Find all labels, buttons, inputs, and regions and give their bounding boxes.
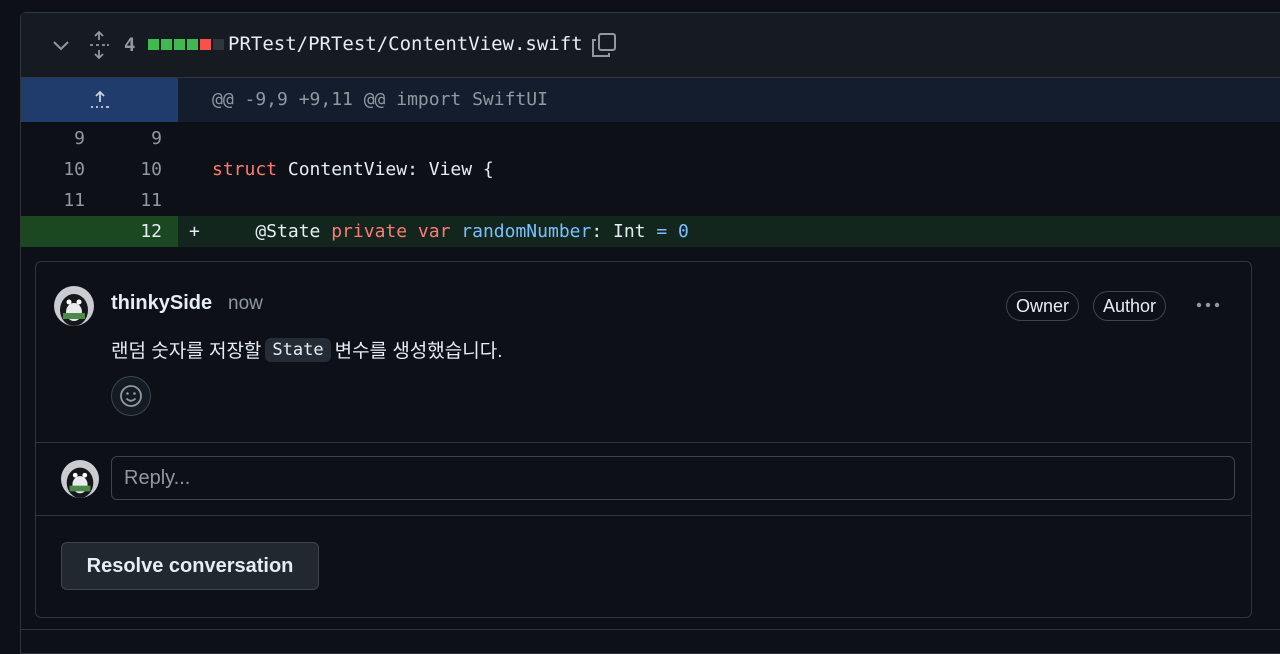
comment-time[interactable]: now: [228, 293, 263, 315]
unfold-up-icon: [91, 90, 109, 108]
comment-body: 랜덤 숫자를 저장할 State 변수를 생성했습니다.: [111, 336, 502, 363]
file-path[interactable]: PRTest/PRTest/ContentView.swift: [228, 33, 583, 55]
code-text: struct ContentView: View {: [212, 159, 494, 180]
diffstat-square: [161, 39, 172, 50]
diff-line-context: 10 10 struct ContentView: View {: [21, 154, 1280, 185]
old-line-number[interactable]: 11: [35, 190, 85, 211]
diff-line-added: 12 + @State private var randomNumber: Int…: [21, 216, 1280, 247]
reply-input[interactable]: [111, 456, 1235, 500]
code-text: @State private var randomNumber: Int = 0: [212, 221, 689, 242]
avatar-image: [61, 460, 99, 498]
diffstat-square: [174, 39, 185, 50]
avatar-image: [54, 286, 94, 326]
expand-up-button[interactable]: [21, 78, 178, 122]
comment-author[interactable]: thinkySide: [111, 292, 212, 315]
inline-code: State: [265, 337, 331, 362]
add-marker: +: [189, 221, 200, 242]
new-line-number[interactable]: 10: [112, 159, 162, 180]
code-token: var: [417, 221, 451, 242]
comment-text-before: 랜덤 숫자를 저장할: [111, 341, 262, 362]
new-line-number[interactable]: 9: [112, 128, 162, 149]
avatar[interactable]: [54, 286, 94, 326]
divider: [20, 629, 1280, 630]
code-token: =: [656, 221, 668, 242]
code-token: private: [331, 221, 408, 242]
smiley-icon: [120, 385, 142, 407]
diff-line-context: 11 11: [21, 185, 1280, 216]
old-line-number[interactable]: 9: [35, 128, 85, 149]
hunk-header: @@ -9,9 +9,11 @@ import SwiftUI: [212, 89, 548, 110]
owner-badge: Owner: [1006, 291, 1080, 321]
code-token: 0: [678, 221, 689, 242]
diffstat-square: [148, 39, 159, 50]
comment: thinkySide now Owner Author 랜덤 숫자를 저장할 S…: [36, 262, 1251, 443]
reply-avatar: [61, 460, 99, 498]
diffstat-square: [213, 39, 224, 50]
code-token: : Int: [591, 221, 657, 242]
diffstat-square: [187, 39, 198, 50]
review-thread: thinkySide now Owner Author 랜덤 숫자를 저장할 S…: [35, 261, 1252, 618]
code-token: @State: [212, 221, 332, 242]
copy-icon[interactable]: [591, 32, 617, 58]
old-line-number[interactable]: 10: [35, 159, 85, 180]
comment-text-after: 변수를 생성했습니다.: [334, 341, 503, 362]
hunk-header-row: @@ -9,9 +9,11 @@ import SwiftUI: [21, 78, 1280, 122]
add-reaction-button[interactable]: [111, 376, 151, 416]
reply-row: [36, 443, 1251, 516]
diffstat-square: [200, 39, 211, 50]
diff-line-context: 99: [21, 123, 1280, 154]
changes-count: 4: [124, 34, 136, 56]
code-token: ContentView: View {: [277, 159, 494, 180]
expand-all-icon[interactable]: [88, 31, 110, 59]
new-line-number[interactable]: 11: [112, 190, 162, 211]
author-badge: Author: [1093, 291, 1167, 321]
diffstat: [148, 39, 224, 50]
file-header: 4 PRTest/PRTest/ContentView.swift: [21, 13, 1280, 78]
new-line-number[interactable]: 12: [112, 221, 162, 242]
kebab-menu-icon[interactable]: [1193, 293, 1223, 317]
resolve-conversation-button[interactable]: Resolve conversation: [61, 542, 319, 590]
code-token: randomNumber: [461, 221, 592, 242]
chevron-down-icon[interactable]: [51, 35, 71, 55]
code-token: struct: [212, 159, 278, 180]
